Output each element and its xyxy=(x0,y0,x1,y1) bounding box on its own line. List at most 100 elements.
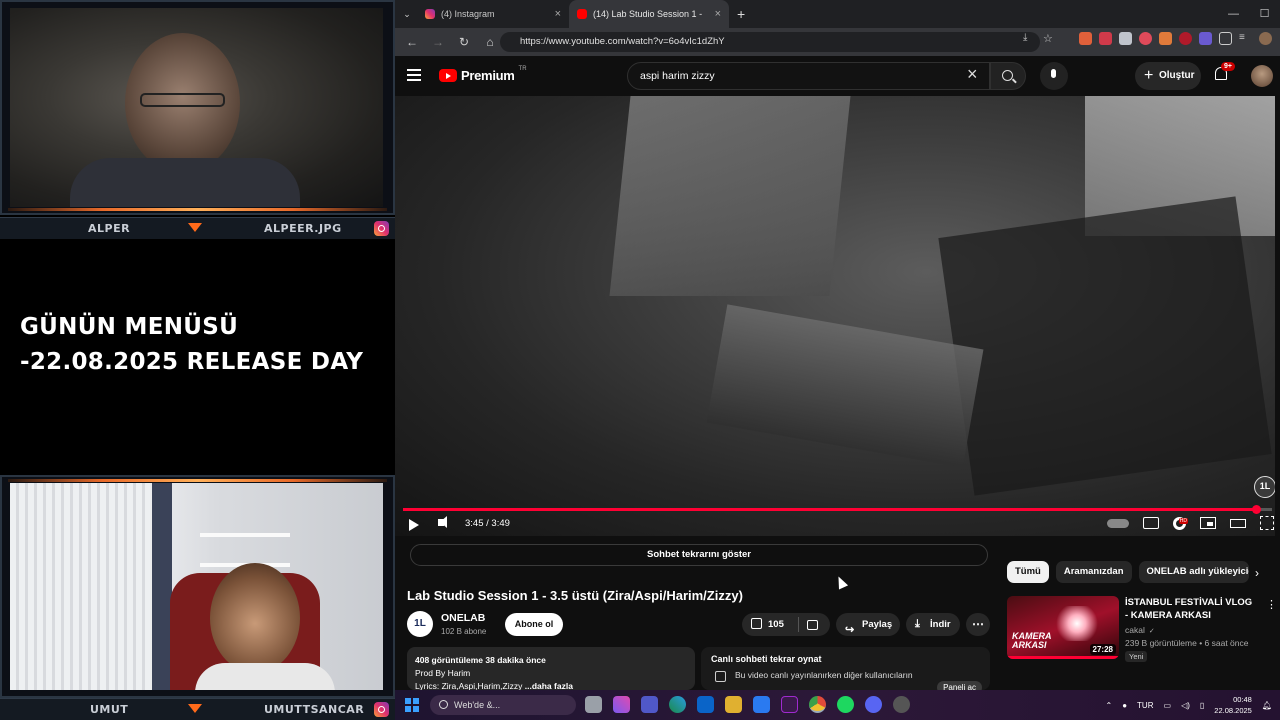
task-view-icon[interactable] xyxy=(585,696,602,713)
like-dislike-group: 105 xyxy=(742,613,830,636)
clock[interactable]: 00:48 22.08.2025 xyxy=(1214,694,1252,716)
shield-icon[interactable] xyxy=(1119,32,1132,45)
description-box[interactable]: 408 görüntüleme 38 dakika önce Prod By H… xyxy=(407,647,695,690)
download-button[interactable]: ⤓ İndir xyxy=(906,613,960,636)
create-label: Oluştur xyxy=(1159,70,1195,81)
recommended-channel[interactable]: cakal xyxy=(1125,625,1155,635)
notification-bell-icon[interactable]: 🔔︎ xyxy=(1262,701,1272,710)
close-icon[interactable]: × xyxy=(555,8,561,20)
more-actions-icon[interactable]: ⋯ xyxy=(966,613,990,636)
channel-name[interactable]: ONELAB xyxy=(441,612,485,624)
battery-icon[interactable]: ▯ xyxy=(1200,701,1204,710)
reload-icon[interactable]: ↻ xyxy=(453,31,475,53)
extensions-bar: ⤓ ☆ ≡ xyxy=(1023,32,1272,45)
progress-bar[interactable] xyxy=(403,505,1272,514)
tab-search-icon[interactable]: ⌄ xyxy=(397,3,417,25)
extension-icon[interactable] xyxy=(1139,32,1152,45)
forward-icon[interactable]: → xyxy=(427,31,449,53)
app-icon[interactable] xyxy=(781,696,798,713)
volume-tray-icon[interactable]: ◁) xyxy=(1181,701,1190,710)
network-icon[interactable]: ▭ xyxy=(1164,701,1172,710)
video-player[interactable]: 1L 3:45 / 3:49 HD xyxy=(395,96,1280,536)
edge-icon[interactable] xyxy=(669,696,686,713)
chip-all[interactable]: Tümü xyxy=(1007,561,1049,583)
chip-from-search[interactable]: Aramanızdan xyxy=(1055,561,1132,583)
show-chat-replay-button[interactable]: Sohbet tekrarını göster xyxy=(410,544,988,566)
description-line1: Prod By Harim xyxy=(415,668,471,678)
thumbs-up-icon[interactable] xyxy=(751,618,762,629)
theater-mode-icon[interactable] xyxy=(1230,519,1246,528)
play-icon[interactable] xyxy=(409,519,419,531)
teams-icon[interactable] xyxy=(641,696,658,713)
search-button[interactable] xyxy=(990,62,1026,90)
maximize-icon[interactable]: ☐ xyxy=(1249,0,1280,28)
extension-icon[interactable] xyxy=(1199,32,1212,45)
like-count[interactable]: 105 xyxy=(768,619,784,630)
obs-icon[interactable] xyxy=(893,696,910,713)
time-display: 3:45 / 3:49 xyxy=(465,518,510,529)
namebar-bottom: UMUT UMUTTSANCAR xyxy=(0,698,395,720)
avatar[interactable] xyxy=(1251,65,1273,87)
subscribe-button[interactable]: Abone ol xyxy=(505,613,563,636)
mic-icon[interactable] xyxy=(1040,62,1068,90)
subtitles-icon[interactable] xyxy=(1143,517,1159,529)
clear-search-icon[interactable]: × xyxy=(967,64,978,84)
url-field[interactable]: https://www.youtube.com/watch?v=6o4vIc1d… xyxy=(500,32,1040,52)
extension-icon[interactable] xyxy=(1159,32,1172,45)
recommended-thumbnail[interactable]: KAMERA ARKASI 27:28 xyxy=(1007,596,1119,659)
share-button[interactable]: ↪ Paylaş xyxy=(836,613,900,636)
tray-expand-icon[interactable]: ⌃ xyxy=(1106,701,1113,710)
shelf xyxy=(200,533,290,537)
start-button[interactable] xyxy=(405,698,419,712)
chrome-icon[interactable] xyxy=(809,696,826,713)
menu-line1: GÜNÜN MENÜSÜ xyxy=(20,314,239,340)
glasses xyxy=(140,93,225,107)
spotify-icon[interactable] xyxy=(837,696,854,713)
taskbar-search[interactable]: Web'de &... xyxy=(430,695,576,715)
show-more-link[interactable]: ...daha fazla xyxy=(525,681,573,690)
zoom-icon[interactable] xyxy=(753,696,770,713)
reading-list-icon[interactable]: ≡ xyxy=(1239,32,1252,45)
language-indicator[interactable]: TUR xyxy=(1137,701,1153,710)
channel-watermark[interactable]: 1L xyxy=(1254,476,1276,498)
new-tab-button[interactable]: + xyxy=(729,0,753,28)
create-button[interactable]: Oluştur xyxy=(1135,62,1201,90)
chevron-right-icon[interactable]: › xyxy=(1255,566,1259,580)
open-panel-button[interactable]: Paneli aç xyxy=(937,681,982,690)
profile-avatar[interactable] xyxy=(1259,32,1272,45)
install-icon[interactable]: ⤓ xyxy=(1023,32,1036,45)
channel-avatar[interactable]: 1L xyxy=(407,611,433,637)
fullscreen-icon[interactable] xyxy=(1260,516,1274,530)
autoplay-toggle[interactable] xyxy=(1107,519,1129,528)
minimize-icon[interactable]: — xyxy=(1218,0,1249,28)
extension-icon[interactable] xyxy=(1099,32,1112,45)
puzzle-icon[interactable] xyxy=(1219,32,1232,45)
mic-tray-icon[interactable]: ● xyxy=(1122,701,1127,710)
ublock-icon[interactable] xyxy=(1179,32,1192,45)
tab-youtube[interactable]: (14) Lab Studio Session 1 - 3.5 × xyxy=(569,0,729,28)
scrubber-handle[interactable] xyxy=(1252,505,1262,514)
settings-icon[interactable]: HD xyxy=(1173,517,1188,530)
extension-icon[interactable] xyxy=(1079,32,1092,45)
back-icon[interactable]: ← xyxy=(401,31,423,53)
tab-instagram[interactable]: (4) Instagram × xyxy=(417,0,569,28)
miniplayer-icon[interactable] xyxy=(1200,517,1216,529)
webcam-feed-alper xyxy=(10,8,383,207)
video-frame-desk xyxy=(706,304,984,468)
copilot-icon[interactable] xyxy=(613,696,630,713)
close-icon[interactable]: × xyxy=(715,8,721,20)
volume-icon[interactable] xyxy=(438,516,447,528)
menu-icon[interactable] xyxy=(407,69,421,81)
thumbs-down-icon[interactable] xyxy=(807,620,818,630)
outlook-icon[interactable] xyxy=(697,696,714,713)
download-label: İndir xyxy=(930,619,951,630)
recommended-title[interactable]: İSTANBUL FESTİVALİ VLOG - KAMERA ARKASI xyxy=(1125,596,1255,622)
scrollbar[interactable] xyxy=(1275,96,1280,690)
youtube-logo[interactable]: Premium TR xyxy=(439,66,527,83)
file-explorer-icon[interactable] xyxy=(725,696,742,713)
chip-from-uploader[interactable]: ONELAB adlı yükleyiciden xyxy=(1138,561,1249,583)
search-input[interactable]: aspi harim zizzy xyxy=(627,62,990,90)
star-icon[interactable]: ☆ xyxy=(1043,32,1056,45)
discord-icon[interactable] xyxy=(865,696,882,713)
home-icon[interactable]: ⌂ xyxy=(479,31,501,53)
